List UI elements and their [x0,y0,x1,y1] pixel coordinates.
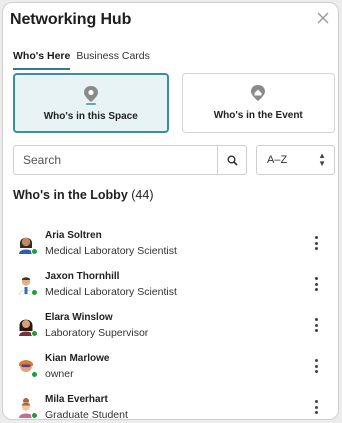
search-button[interactable] [217,145,247,175]
list-item[interactable]: Aria Soltren Medical Laboratory Scientis… [3,227,338,267]
attendee-name: Aria Soltren [45,230,102,241]
attendee-name: Jaxon Thornhill [45,271,120,282]
more-options-icon[interactable] [312,400,320,414]
more-options-icon[interactable] [312,359,320,373]
view-selector: Who's in this Space Who's in the Event [13,73,335,133]
more-options-icon[interactable] [312,277,320,291]
whos-in-event-label: Who's in the Event [213,110,303,121]
online-status-dot [31,248,38,255]
tab-whos-here[interactable]: Who's Here [13,50,71,70]
tab-business-cards[interactable]: Business Cards [76,50,150,70]
online-status-dot [31,371,38,378]
more-options-icon[interactable] [312,236,320,250]
sort-caret-icon: ▲ ▼ [318,151,326,168]
location-pin-icon [83,86,98,105]
networking-hub-panel: Networking Hub Who's Here Business Cards… [2,2,339,420]
close-icon[interactable] [316,11,330,25]
tab-bar: Who's Here Business Cards [13,50,150,70]
whos-in-space-label: Who's in this Space [43,111,138,122]
attendee-name: Mila Everhart [45,394,108,405]
search-input[interactable] [13,145,217,175]
attendee-role: Laboratory Supervisor [45,327,149,339]
attendee-list: Aria Soltren Medical Laboratory Scientis… [3,227,338,420]
online-status-dot [31,412,38,419]
attendee-role: Medical Laboratory Scientist [45,245,177,257]
attendee-role: Medical Laboratory Scientist [45,286,177,298]
online-status-dot [31,289,38,296]
attendee-name: Kian Marlowe [45,353,110,364]
lobby-count: (44) [131,188,154,202]
online-status-dot [31,330,38,337]
list-item[interactable]: Elara Winslow Laboratory Supervisor [3,309,338,349]
whos-in-event-button[interactable]: Who's in the Event [181,73,335,133]
list-item[interactable]: Jaxon Thornhill Medical Laboratory Scien… [3,268,338,308]
whos-in-space-button[interactable]: Who's in this Space [13,73,169,133]
search-row: A–Z ▲▼ [13,145,335,175]
sort-value: A–Z [267,154,288,166]
attendee-role: Graduate Student [45,409,128,420]
attendee-role: owner [45,368,74,380]
list-item[interactable]: Mila Everhart Graduate Student [3,391,338,420]
search-icon [227,155,238,166]
more-options-icon[interactable] [312,318,320,332]
sort-select[interactable]: A–Z ▲ ▼ [256,145,335,175]
lobby-title: Who's in the Lobby [13,188,128,202]
panel-title: Networking Hub [10,11,132,28]
lobby-heading: Who's in the Lobby (44) [13,188,153,202]
attendee-name: Elara Winslow [45,312,113,323]
panel-header: Networking Hub [10,11,330,35]
location-pin-icon [251,85,266,101]
list-item[interactable]: Kian Marlowe owner [3,350,338,390]
